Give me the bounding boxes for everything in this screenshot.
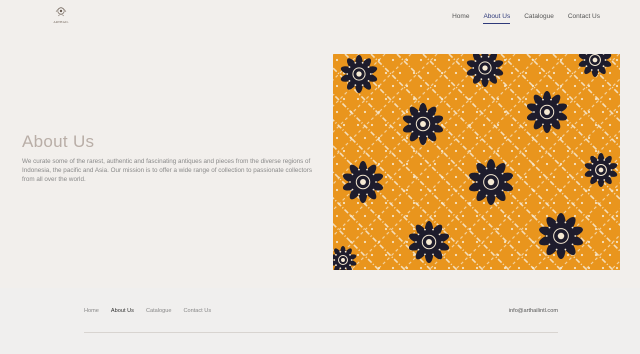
batik-flower <box>340 55 378 93</box>
batik-flower <box>402 103 444 145</box>
logo-text: ARTHAIL <box>53 20 69 24</box>
batik-fabric-image <box>333 54 620 270</box>
batik-flower <box>584 153 618 187</box>
batik-flower <box>539 213 583 259</box>
about-section: About Us We curate some of the rarest, a… <box>0 36 640 288</box>
nav-about-us[interactable]: About Us <box>483 13 510 24</box>
site-header: ARTHAIL Home About Us Catalogue Contact … <box>0 0 640 36</box>
footer-nav-catalogue[interactable]: Catalogue <box>146 308 172 314</box>
batik-flower <box>342 161 384 203</box>
footer-nav-home[interactable]: Home <box>84 308 99 314</box>
nav-catalogue[interactable]: Catalogue <box>524 13 554 23</box>
logo-icon <box>55 7 67 17</box>
batik-flower <box>466 54 504 87</box>
nav-contact-us[interactable]: Contact Us <box>568 13 600 23</box>
page-title: About Us <box>22 132 95 151</box>
batik-pattern <box>333 54 620 270</box>
footer-email-link[interactable]: info@arthailintl.com <box>509 308 558 314</box>
site-logo[interactable]: ARTHAIL <box>50 6 72 30</box>
site-footer: Home About Us Catalogue Contact Us info@… <box>0 288 640 354</box>
batik-flower <box>333 246 357 270</box>
footer-nav: Home About Us Catalogue Contact Us <box>84 308 211 314</box>
footer-nav-contact-us[interactable]: Contact Us <box>183 308 211 314</box>
main-nav: Home About Us Catalogue Contact Us <box>452 13 600 24</box>
footer-divider <box>84 332 558 333</box>
nav-home[interactable]: Home <box>452 13 469 23</box>
about-description: We curate some of the rarest, authentic … <box>22 158 313 184</box>
footer-nav-about-us[interactable]: About Us <box>111 308 134 314</box>
